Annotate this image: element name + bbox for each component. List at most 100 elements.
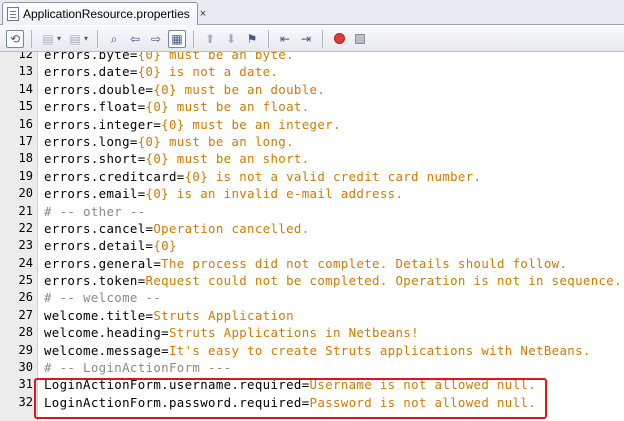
code-text: LoginActionForm.password.required=Passwo… [44,395,536,410]
code-line[interactable]: 13 errors.date={0} is not a date. [0,63,624,80]
toolbar-separator [97,29,99,48]
code-text: welcome.heading=Struts Applications in N… [44,325,419,340]
property-value: Password is not allowed null. [309,394,537,410]
editor-tab-bar: ApplicationResource.properties × [0,0,624,25]
code-text: # -- welcome -- [44,290,161,305]
code-line[interactable]: 12 errors.byte={0} must be an byte. [0,52,624,63]
property-key: errors.float= [44,99,146,115]
property-key: errors.double= [44,81,154,97]
property-value: It's easy to create Struts applications … [168,342,591,358]
stop-macro-icon[interactable] [351,30,369,48]
back-dropdown-icon[interactable]: ▾ [57,34,61,43]
next-bookmark-icon[interactable]: ⬇ [222,30,240,48]
property-key: errors.general= [44,255,162,271]
forward-icon[interactable]: ▤ [66,30,84,48]
code-line[interactable]: 16 errors.integer={0} must be an integer. [0,116,624,133]
tab-application-resource[interactable]: ApplicationResource.properties × [2,2,206,25]
tab-title: ApplicationResource.properties [23,7,190,21]
property-key: errors.short= [44,151,146,167]
property-key: errors.integer= [44,116,162,132]
forward-dropdown-icon[interactable]: ▾ [84,34,88,43]
code-text: welcome.title=Struts Application [44,308,294,323]
find-previous-icon[interactable]: ⇦ [126,30,144,48]
code-line[interactable]: 26 # -- welcome -- [0,289,624,306]
find-icon[interactable]: ⌕ [105,30,123,48]
code-line[interactable]: 27 welcome.title=Struts Application [0,307,624,324]
code-text: LoginActionForm.username.required=Userna… [44,377,536,392]
line-number: 17 [18,133,33,148]
toolbar-separator [193,29,195,48]
code-text: errors.integer={0} must be an integer. [44,117,341,132]
code-line[interactable]: 19 errors.creditcard={0} is not a valid c… [0,168,624,185]
properties-file-icon [7,7,19,21]
property-value: {0} must be an double. [153,81,326,97]
code-lines: 12 errors.byte={0} must be an byte. 13 erro… [0,52,624,411]
property-key: errors.long= [44,133,138,149]
code-line[interactable]: 30 # -- LoginActionForm --- [0,359,624,376]
code-line[interactable]: 22 errors.cancel=Operation cancelled. [0,220,624,237]
code-line[interactable]: 29 welcome.message=It's easy to create St… [0,342,624,359]
code-line[interactable]: 17 errors.long={0} must be an long. [0,133,624,150]
code-line[interactable]: 14 errors.double={0} must be an double. [0,81,624,98]
line-number: 21 [18,203,33,218]
back-icon[interactable]: ▤ [39,30,57,48]
find-next-icon[interactable]: ⇨ [147,30,165,48]
toggle-bookmark-icon[interactable]: ⚑ [243,30,261,48]
property-value: {0} is not a date. [137,64,279,80]
code-text: errors.short={0} must be an short. [44,151,310,166]
code-line[interactable]: 25 errors.token=Request could not be comp… [0,272,624,289]
line-number: 32 [18,394,33,409]
line-number: 12 [18,52,33,61]
toggle-highlight-icon[interactable]: ▦ [168,29,187,48]
code-text: errors.email={0} is an invalid e-mail ad… [44,186,403,201]
code-editor[interactable]: 12 errors.byte={0} must be an byte. 13 erro… [0,52,624,421]
line-number: 23 [18,238,33,253]
code-text: errors.float={0} must be an float. [44,99,310,114]
code-text: errors.token=Request could not be comple… [44,273,622,288]
history-icon[interactable]: ⟲ [6,29,24,48]
code-line[interactable]: 24 errors.general=The process did not com… [0,255,624,272]
property-key: welcome.heading= [44,325,169,341]
property-key: errors.creditcard= [44,168,185,184]
property-key: errors.cancel= [44,220,154,236]
code-line[interactable]: 23 errors.detail={0} [0,237,624,254]
code-text: errors.general=The process did not compl… [44,256,567,271]
code-line[interactable]: 18 errors.short={0} must be an short. [0,150,624,167]
property-value: {0} must be an short. [145,151,310,167]
property-value: Request could not be completed. Operatio… [145,273,622,289]
code-line[interactable]: 28 welcome.heading=Struts Applications in… [0,324,624,341]
property-value: {0} must be an byte. [137,52,294,62]
code-line[interactable]: 21 # -- other -- [0,203,624,220]
code-line[interactable]: 20 errors.email={0} is an invalid e-mail … [0,185,624,202]
code-line[interactable]: 31 LoginActionForm.username.required=User… [0,376,624,393]
code-text: errors.double={0} must be an double. [44,82,325,97]
property-key: errors.token= [44,273,146,289]
line-number: 28 [18,325,33,340]
line-number: 14 [18,81,33,96]
property-key: LoginActionForm.username.required= [44,377,310,393]
property-key: errors.date= [44,64,138,80]
property-key: errors.byte= [44,52,138,62]
line-number: 24 [18,255,33,270]
prev-bookmark-icon[interactable]: ⬆ [201,30,219,48]
line-number: 19 [18,168,33,183]
shift-left-icon[interactable]: ⇤ [276,30,294,48]
line-number: 13 [18,64,33,79]
comment-text: # -- LoginActionForm --- [44,360,232,376]
code-line[interactable]: 15 errors.float={0} must be an float. [0,98,624,115]
code-text: # -- LoginActionForm --- [44,360,231,375]
toolbar-separator [31,29,32,48]
code-text: errors.creditcard={0} is not a valid cre… [44,169,481,184]
property-key: welcome.title= [44,307,154,323]
code-text: errors.detail={0} [44,238,177,253]
shift-right-icon[interactable]: ⇥ [297,30,315,48]
property-key: errors.email= [44,186,146,202]
record-macro-icon[interactable] [330,30,348,48]
code-text: # -- other -- [44,204,146,219]
code-text: errors.long={0} must be an long. [44,134,294,149]
property-value: Operation cancelled. [153,220,310,236]
close-tab-icon[interactable]: × [200,8,206,20]
line-number: 22 [18,220,33,235]
property-key: errors.detail= [44,238,154,254]
code-line[interactable]: 32 LoginActionForm.password.required=Pass… [0,394,624,411]
